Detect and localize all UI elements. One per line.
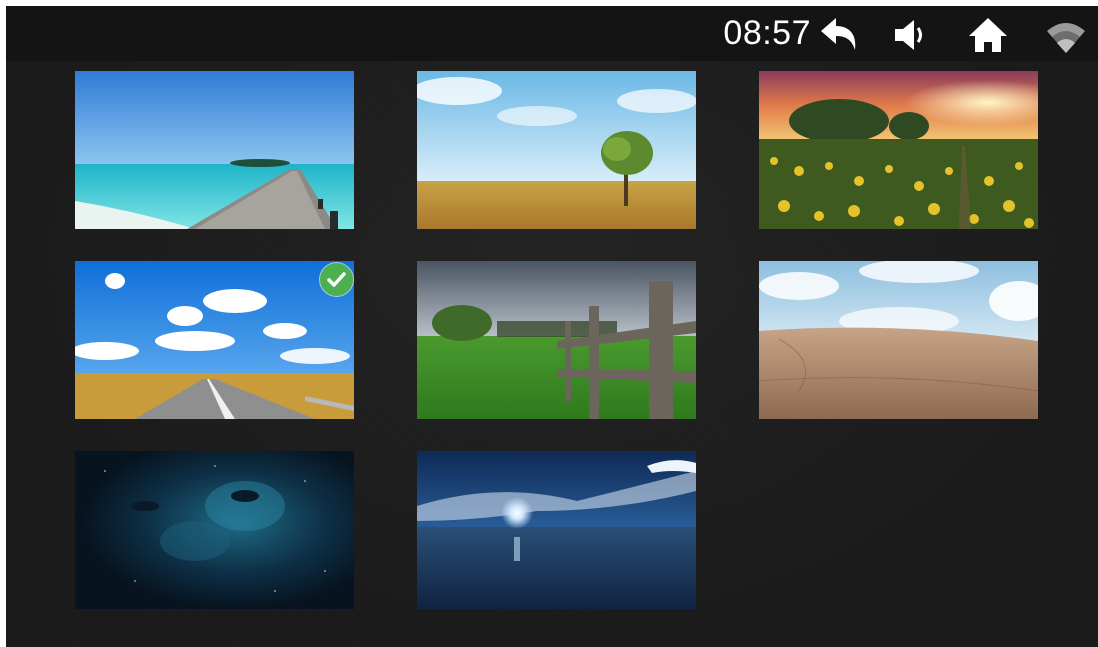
home-icon[interactable]: [968, 16, 1008, 54]
wallpaper-meadow-tree[interactable]: [417, 71, 696, 229]
wallpaper-flower-field-sunset[interactable]: [759, 71, 1038, 229]
wallpaper-beach-pier[interactable]: [75, 71, 354, 229]
wallpaper-nebula-space[interactable]: [75, 451, 354, 609]
wallpaper-screen: 08:57: [6, 6, 1098, 647]
wallpaper-desert-dunes[interactable]: [759, 261, 1038, 419]
wallpaper-road-blue-sky[interactable]: [75, 261, 354, 419]
wallpaper-grass-fence[interactable]: [417, 261, 696, 419]
status-bar: 08:57: [6, 6, 1098, 61]
wallpaper-night-sea-moon[interactable]: [417, 451, 696, 609]
back-arrow-icon[interactable]: [819, 16, 859, 54]
selected-check-icon: [320, 263, 353, 296]
wifi-icon: [1046, 18, 1086, 56]
volume-icon[interactable]: [892, 16, 932, 54]
clock-time: 08:57: [723, 14, 811, 52]
